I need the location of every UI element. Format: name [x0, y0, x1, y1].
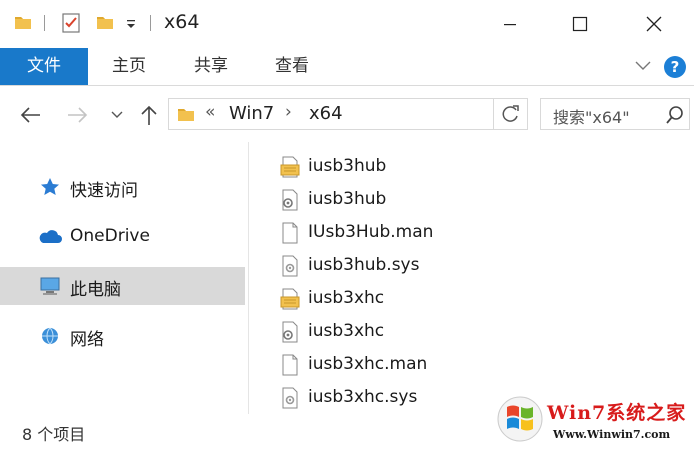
forward-arrow-icon — [68, 107, 88, 123]
tab-view[interactable]: 查看 — [252, 48, 332, 85]
file-name: iusb3xhc.man — [308, 354, 428, 374]
breadcrumb-item[interactable]: Win7 — [229, 103, 274, 124]
list-item[interactable]: iusb3xhc — [270, 316, 570, 348]
file-name: IUsb3Hub.man — [308, 222, 434, 242]
file-name: iusb3xhc.sys — [308, 387, 418, 407]
forward-button[interactable] — [64, 102, 90, 128]
search-box[interactable]: 搜索"x64" — [540, 98, 690, 130]
refresh-icon[interactable] — [499, 103, 521, 125]
close-icon — [646, 16, 662, 32]
separator — [493, 99, 494, 129]
address-bar[interactable]: « Win7 › x64 — [168, 98, 528, 130]
close-button[interactable] — [630, 0, 678, 48]
list-item[interactable]: iusb3xhc.man — [270, 349, 570, 381]
sidebar-item-label: 网络 — [70, 330, 104, 350]
minimize-icon — [504, 24, 516, 26]
sidebar-item-label: 快速访问 — [70, 181, 138, 201]
watermark-title: Win7系统之家 — [547, 402, 687, 424]
navigation-pane: 快速访问 OneDrive 此电脑 网络 — [0, 142, 248, 414]
windows-logo-icon — [497, 396, 543, 442]
sidebar-item-label: 此电脑 — [70, 280, 121, 300]
computer-icon — [40, 277, 60, 295]
setup-info-icon — [280, 288, 300, 310]
folder-icon — [178, 109, 194, 121]
breadcrumb-item[interactable]: x64 — [309, 103, 343, 124]
sidebar-item-network[interactable]: 网络 — [0, 317, 245, 355]
sidebar-item-quick-access[interactable]: 快速访问 — [0, 168, 245, 206]
file-name: iusb3hub — [308, 156, 387, 176]
expand-ribbon-icon[interactable] — [634, 59, 652, 73]
ribbon: 文件 主页 共享 查看 ? — [0, 48, 694, 86]
cloud-icon — [39, 230, 62, 243]
title-bar: x64 — [0, 0, 694, 48]
sidebar-item-onedrive[interactable]: OneDrive — [0, 218, 245, 256]
list-item[interactable]: iusb3hub — [270, 151, 570, 183]
search-icon[interactable] — [665, 105, 685, 125]
separator — [44, 15, 45, 31]
customize-toolbar-icon[interactable] — [124, 14, 138, 32]
minimize-button[interactable] — [486, 0, 534, 48]
breadcrumb-overflow[interactable]: « — [205, 102, 215, 122]
network-icon — [42, 327, 58, 345]
help-icon[interactable]: ? — [664, 56, 686, 78]
search-input[interactable]: 搜索"x64" — [553, 104, 630, 128]
recent-locations-button[interactable] — [104, 102, 130, 128]
system-file-icon — [282, 387, 298, 409]
up-arrow-icon — [141, 105, 157, 125]
list-item[interactable]: iusb3xhc — [270, 283, 570, 315]
watermark: Win7系统之家 Www.Winwin7.com — [495, 390, 694, 450]
window-title: x64 — [164, 11, 200, 33]
file-name: iusb3xhc — [308, 288, 385, 308]
back-arrow-icon — [20, 107, 40, 123]
file-name: iusb3xhc — [308, 321, 385, 341]
sidebar-item-label: OneDrive — [70, 226, 150, 246]
gear-file-icon — [282, 321, 298, 343]
separator — [150, 15, 151, 31]
folder-icon — [15, 17, 31, 29]
list-item[interactable]: iusb3hub.sys — [270, 250, 570, 282]
blank-file-icon — [282, 222, 298, 244]
tab-file[interactable]: 文件 — [0, 48, 88, 85]
file-list: iusb3hub iusb3hub IUsb3Hub.man iusb3hub.… — [270, 150, 570, 415]
maximize-button[interactable] — [556, 0, 604, 48]
back-button[interactable] — [18, 102, 44, 128]
chevron-down-icon — [111, 111, 123, 118]
item-count: 8 个项目 — [22, 425, 86, 444]
pane-splitter[interactable] — [248, 142, 249, 414]
list-item[interactable]: IUsb3Hub.man — [270, 217, 570, 249]
watermark-url: Www.Winwin7.com — [553, 428, 671, 441]
setup-info-icon — [280, 156, 300, 178]
star-icon — [41, 178, 59, 195]
maximize-icon — [572, 16, 588, 32]
list-item[interactable]: iusb3hub — [270, 184, 570, 216]
system-file-icon — [282, 255, 298, 277]
sidebar-item-this-pc[interactable]: 此电脑 — [0, 267, 245, 305]
properties-icon[interactable] — [61, 12, 83, 34]
breadcrumb-separator[interactable]: › — [285, 102, 292, 122]
file-name: iusb3hub — [308, 189, 387, 209]
gear-file-icon — [282, 189, 298, 211]
file-name: iusb3hub.sys — [308, 255, 420, 275]
new-folder-icon[interactable] — [96, 13, 114, 31]
blank-file-icon — [282, 354, 298, 376]
up-button[interactable] — [136, 102, 162, 128]
tab-home[interactable]: 主页 — [88, 48, 170, 85]
tab-share[interactable]: 共享 — [170, 48, 252, 85]
